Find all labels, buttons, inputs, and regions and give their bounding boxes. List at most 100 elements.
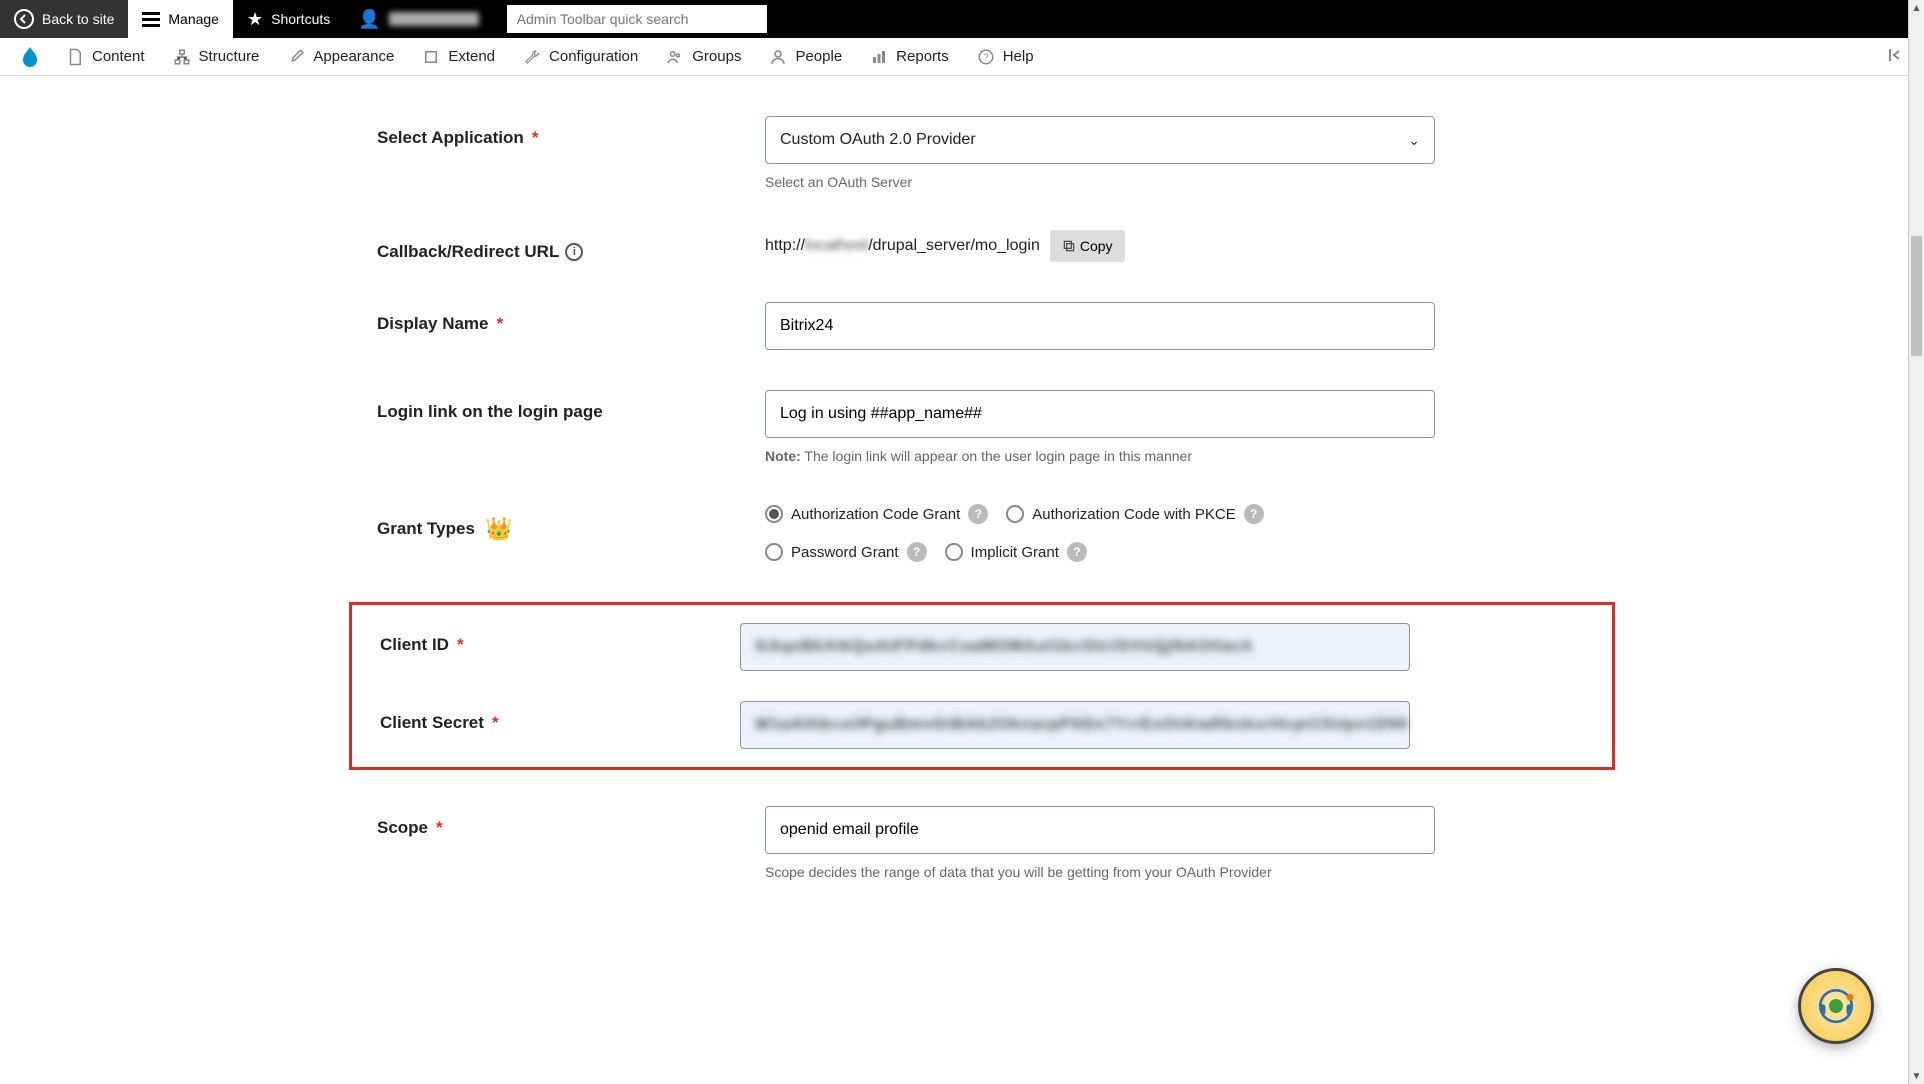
menu-structure[interactable]: Structure [159, 38, 274, 76]
paintbrush-icon [287, 48, 305, 66]
client-id-input[interactable]: GAqxBkXtkQuAtFPdkcCuaMOMAuI1kcOUJSVttQjN… [740, 623, 1410, 671]
shortcuts-tab[interactable]: ★ Shortcuts [233, 0, 344, 38]
puzzle-icon [422, 48, 440, 66]
menu-configuration-label: Configuration [549, 48, 638, 65]
copy-button[interactable]: Copy [1050, 230, 1125, 262]
display-name-label: Display Name [377, 314, 489, 334]
radio-icon [765, 543, 783, 561]
row-client-secret: Client Secret * W1aAthbcxilPguBmvGtBAk2Ok… [380, 701, 1612, 749]
required-mark: * [532, 128, 539, 148]
row-callback-url: Callback/Redirect URL i http://localhost… [377, 230, 1587, 262]
login-link-input[interactable] [765, 390, 1435, 438]
user-icon: 👤 [358, 9, 380, 30]
grant-types-label: Grant Types [377, 519, 475, 539]
scrollbar-up-button[interactable]: ▲ [1909, 0, 1924, 16]
star-icon: ★ [247, 9, 263, 30]
copy-label: Copy [1080, 238, 1113, 254]
groups-icon [666, 48, 684, 66]
info-icon[interactable]: i [565, 243, 583, 261]
menu-groups[interactable]: Groups [652, 38, 755, 76]
scrollbar-down-button[interactable]: ▼ [1909, 1068, 1924, 1084]
back-to-site[interactable]: Back to site [0, 0, 128, 38]
menu-appearance-label: Appearance [313, 48, 394, 65]
crown-icon: 👑 [485, 516, 512, 542]
user-menu[interactable]: 👤 [344, 0, 492, 38]
wrench-icon [523, 48, 541, 66]
page-wrapper: Select Application * Custom OAuth 2.0 Pro… [0, 76, 1924, 1000]
menu-structure-label: Structure [199, 48, 260, 65]
manage-label: Manage [168, 11, 219, 27]
row-login-link: Login link on the login page Note: The l… [377, 390, 1587, 464]
structure-icon [173, 48, 191, 66]
client-secret-label: Client Secret [380, 713, 484, 733]
grant-types-radio-group: Authorization Code Grant ? Authorization… [765, 504, 1435, 562]
client-secret-input[interactable]: W1aAthbcxilPguBmvGtBAk2OknarpPSDx7YrrExO… [740, 701, 1410, 749]
login-link-note: Note: The login link will appear on the … [765, 448, 1435, 464]
display-name-input[interactable] [765, 302, 1435, 350]
select-application-dropdown[interactable]: Custom OAuth 2.0 Provider ⌄ [765, 116, 1435, 164]
scrollbar-thumb[interactable] [1911, 236, 1922, 356]
help-badge[interactable]: ? [907, 542, 927, 562]
scope-help: Scope decides the range of data that you… [765, 864, 1435, 880]
menu-configuration[interactable]: Configuration [509, 38, 652, 76]
hamburger-icon [142, 12, 160, 27]
menu-content-label: Content [92, 48, 145, 65]
radio-label-0: Authorization Code Grant [791, 506, 960, 523]
radio-label-2: Password Grant [791, 544, 899, 561]
client-secret-value: W1aAthbcxilPguBmvGtBAk2OknarpPSDx7YrrExO… [755, 716, 1408, 734]
collapse-icon [1886, 46, 1904, 64]
back-arrow-icon [14, 9, 34, 29]
callback-url-value: http://localhost/drupal_server/mo_login [765, 237, 1040, 255]
back-to-site-label: Back to site [42, 11, 114, 27]
menu-reports-label: Reports [896, 48, 949, 65]
menu-groups-label: Groups [692, 48, 741, 65]
help-badge[interactable]: ? [1244, 504, 1264, 524]
menu-help-label: Help [1003, 48, 1034, 65]
scope-label: Scope [377, 818, 428, 838]
credentials-highlight-box: Client ID* GAqxBkXtkQuAtFPdkcCuaMOMAuI1k… [349, 602, 1615, 770]
radio-password-grant[interactable]: Password Grant ? [765, 542, 927, 562]
radio-icon [765, 505, 783, 523]
row-display-name: Display Name * [377, 302, 1587, 350]
menu-help[interactable]: ? Help [963, 38, 1048, 76]
help-badge[interactable]: ? [1067, 542, 1087, 562]
username [389, 12, 479, 26]
admin-search-input[interactable] [507, 5, 767, 33]
help-icon: ? [977, 48, 995, 66]
required-mark: * [457, 635, 464, 655]
menu-extend-label: Extend [448, 48, 495, 65]
vertical-scrollbar[interactable]: ▲ ▼ [1908, 0, 1924, 1084]
file-icon [66, 48, 84, 66]
radio-auth-code-grant[interactable]: Authorization Code Grant ? [765, 504, 988, 524]
required-mark: * [436, 818, 443, 838]
menu-extend[interactable]: Extend [408, 38, 509, 76]
form-container: Select Application * Custom OAuth 2.0 Pro… [277, 76, 1647, 960]
radio-label-1: Authorization Code with PKCE [1032, 506, 1235, 523]
copy-icon [1062, 239, 1076, 253]
radio-label-3: Implicit Grant [971, 544, 1059, 561]
admin-menu: Content Structure Appearance Extend Conf… [0, 38, 1924, 76]
manage-tab[interactable]: Manage [128, 0, 233, 38]
required-mark: * [497, 314, 504, 334]
row-client-id: Client ID* GAqxBkXtkQuAtFPdkcCuaMOMAuI1k… [380, 623, 1612, 671]
menu-appearance[interactable]: Appearance [273, 38, 408, 76]
radio-icon [945, 543, 963, 561]
select-application-label: Select Application [377, 128, 524, 148]
radio-implicit-grant[interactable]: Implicit Grant ? [945, 542, 1087, 562]
menu-reports[interactable]: Reports [856, 38, 963, 76]
row-grant-types: Grant Types 👑 Authorization Code Grant ?… [377, 504, 1587, 562]
chevron-down-icon: ⌄ [1408, 132, 1420, 149]
menu-content[interactable]: Content [52, 38, 159, 76]
menu-people[interactable]: People [755, 38, 856, 76]
scope-input[interactable] [765, 806, 1435, 854]
radio-auth-code-pkce[interactable]: Authorization Code with PKCE ? [1006, 504, 1263, 524]
client-id-value: GAqxBkXtkQuAtFPdkcCuaMOMAuI1kcOUJSVttQjN… [755, 638, 1254, 656]
drupal-logo-icon[interactable] [18, 45, 42, 69]
radio-icon [1006, 505, 1024, 523]
shortcuts-label: Shortcuts [271, 11, 330, 27]
menu-people-label: People [795, 48, 842, 65]
help-badge[interactable]: ? [968, 504, 988, 524]
chart-icon [870, 48, 888, 66]
required-mark: * [492, 713, 499, 733]
support-chat-button[interactable] [1798, 968, 1874, 1044]
